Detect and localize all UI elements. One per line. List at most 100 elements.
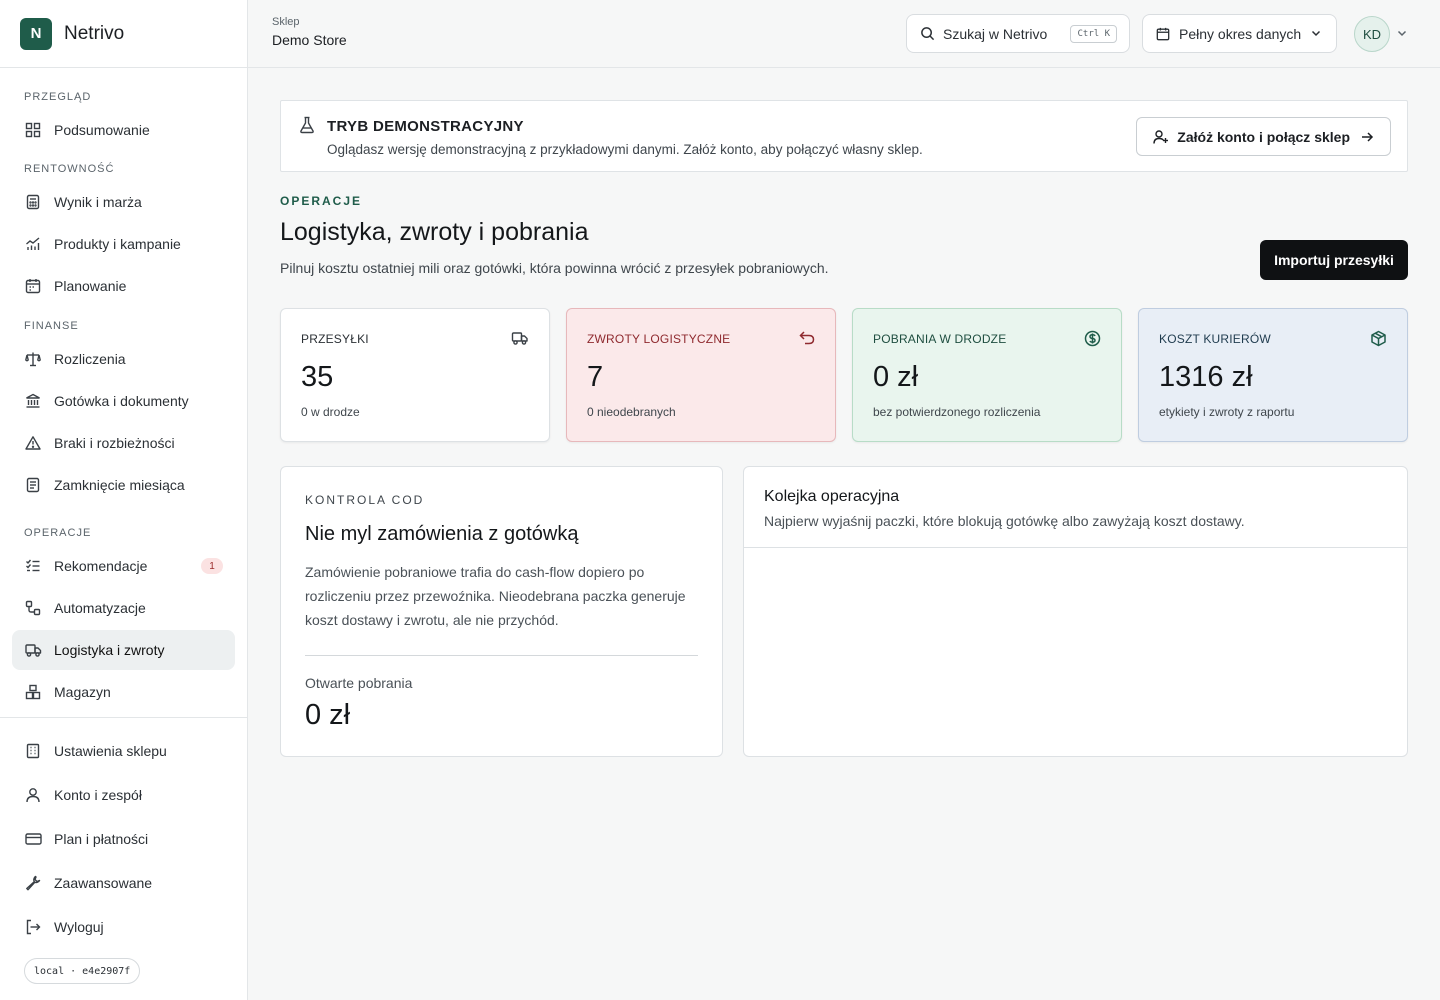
sidebar-item-gotowka-i-dokumenty[interactable]: Gotówka i dokumenty (12, 381, 235, 421)
chevron-down-icon[interactable] (1396, 27, 1408, 39)
kpi-subtext: 0 w drodze (301, 405, 360, 419)
user-plus-icon (1153, 129, 1169, 145)
queue-subtitle: Najpierw wyjaśnij paczki, które blokują … (764, 513, 1245, 529)
kpi-value: 35 (301, 361, 334, 393)
sidebar-item-label: Konto i zespół (54, 787, 142, 803)
version-tag: local · e4e2907f (24, 958, 141, 984)
sidebar-item-podsumowanie[interactable]: Podsumowanie (12, 110, 235, 150)
sidebar-item-label: Podsumowanie (54, 122, 150, 138)
divider (305, 655, 698, 656)
checklist-icon (24, 557, 42, 575)
sidebar-item-planowanie[interactable]: Planowanie (12, 266, 235, 306)
sidebar-item-magazyn[interactable]: Magazyn (12, 672, 235, 712)
boxes-icon (24, 683, 42, 701)
sidebar-item-zaawansowane[interactable]: Zaawansowane (12, 861, 235, 905)
kpi-card-zwroty-logistyczne: ZWROTY LOGISTYCZNE 7 0 nieodebranych (566, 308, 836, 442)
kpi-card-przesylki: PRZESYŁKI 35 0 w drodze (280, 308, 550, 442)
sidebar-item-label: Ustawienia sklepu (54, 743, 167, 759)
search-placeholder: Szukaj w Netrivo (943, 25, 1048, 42)
search-shortcut: Ctrl K (1070, 25, 1117, 43)
open-cod-label: Otwarte pobrania (305, 675, 413, 691)
package-icon (1370, 330, 1387, 347)
sidebar-item-braki-i-rozbieznosci[interactable]: Braki i rozbieżności (12, 423, 235, 463)
sidebar-item-logistyka-i-zwroty[interactable]: Logistyka i zwroty (12, 630, 235, 670)
sidebar-item-ustawienia-sklepu[interactable]: Ustawienia sklepu (12, 729, 235, 773)
sidebar-nav: PRZEGLĄD Podsumowanie RENTOWNOŚĆ Wynik i… (0, 68, 247, 717)
sidebar-item-label: Automatyzacje (54, 600, 146, 616)
building-icon (24, 742, 42, 760)
sidebar-item-konto-i-zespol[interactable]: Konto i zespół (12, 773, 235, 817)
sidebar-item-plan-i-platnosci[interactable]: Plan i płatności (12, 817, 235, 861)
bank-icon (24, 392, 42, 410)
chevron-down-icon (1310, 27, 1322, 39)
search-icon (920, 26, 935, 41)
kpi-value: 1316 zł (1159, 361, 1253, 393)
calculator-icon (24, 193, 42, 211)
wrench-icon (24, 874, 42, 892)
kpi-label: PRZESYŁKI (301, 332, 369, 346)
cod-control-card: KONTROLA COD Nie myl zamówienia z gotówk… (280, 466, 723, 757)
top-bar: Sklep Demo Store Szukaj w Netrivo Ctrl K… (248, 0, 1440, 68)
period-value: Pełny okres danych (1179, 25, 1302, 42)
sidebar-item-label: Gotówka i dokumenty (54, 393, 189, 409)
kpi-label: KOSZT KURIERÓW (1159, 332, 1271, 346)
sidebar-item-label: Rekomendacje (54, 558, 148, 574)
document-icon (24, 476, 42, 494)
sidebar-item-label: Wyloguj (54, 919, 104, 935)
avatar[interactable]: KD (1354, 16, 1390, 52)
workflow-icon (24, 599, 42, 617)
sidebar-item-rozliczenia[interactable]: Rozliczenia (12, 339, 235, 379)
store-switcher[interactable]: Sklep Demo Store (272, 16, 347, 48)
store-name: Demo Store (272, 32, 347, 48)
sidebar-item-label: Zamknięcie miesiąca (54, 477, 185, 493)
page-title: Logistyka, zwroty i pobrania (280, 218, 589, 246)
user-icon (24, 786, 42, 804)
nav-section-title: RENTOWNOŚĆ (24, 163, 115, 175)
sidebar-item-label: Zaawansowane (54, 875, 153, 891)
sidebar: N Netrivo PRZEGLĄD Podsumowanie RENTOWNO… (0, 0, 248, 1000)
kpi-label: ZWROTY LOGISTYCZNE (587, 332, 731, 346)
kpi-value: 7 (587, 361, 604, 393)
sidebar-item-label: Wynik i marża (54, 194, 142, 210)
kpi-card-koszt-kurierow: KOSZT KURIERÓW 1316 zł etykiety i zwroty… (1138, 308, 1408, 442)
sidebar-item-label: Magazyn (54, 684, 111, 700)
sidebar-item-automatyzacje[interactable]: Automatyzacje (12, 588, 235, 628)
demo-text: Oglądasz wersję demonstracyjną z przykła… (327, 142, 923, 157)
kpi-value: 0 zł (873, 361, 919, 393)
nav-section-title: FINANSE (24, 320, 79, 332)
calendar-icon (24, 277, 42, 295)
open-cod-value: 0 zł (305, 699, 351, 731)
nav-section-title: OPERACJE (24, 527, 92, 539)
sidebar-item-wyloguj[interactable]: Wyloguj (12, 905, 235, 949)
sidebar-item-label: Produkty i kampanie (54, 236, 181, 252)
import-shipments-button[interactable]: Importuj przesyłki (1260, 240, 1408, 280)
flask-icon (299, 116, 315, 139)
create-account-button[interactable]: Załóż konto i połącz sklep (1136, 117, 1391, 156)
kpi-card-pobrania-w-drodze: POBRANIA W DRODZE 0 zł bez potwierdzoneg… (852, 308, 1122, 442)
sidebar-item-label: Planowanie (54, 278, 127, 294)
brand-logo: N (20, 17, 52, 50)
brand[interactable]: N Netrivo (0, 0, 247, 68)
store-label: Sklep (272, 16, 300, 28)
period-select[interactable]: Pełny okres danych (1142, 14, 1337, 53)
kpi-label: POBRANIA W DRODZE (873, 332, 1007, 346)
sidebar-item-wynik-i-marza[interactable]: Wynik i marża (12, 182, 235, 222)
search-input[interactable]: Szukaj w Netrivo Ctrl K (906, 14, 1130, 53)
queue-title: Kolejka operacyjna (764, 488, 900, 505)
kpi-subtext: 0 nieodebranych (587, 405, 676, 419)
sidebar-item-rekomendacje[interactable]: Rekomendacje 1 (12, 546, 235, 586)
sidebar-item-label: Logistyka i zwroty (54, 642, 165, 658)
truck-icon (24, 641, 42, 659)
recommendations-count-badge: 1 (201, 558, 223, 574)
cod-description: Zamówienie pobraniowe trafia do cash-flo… (305, 564, 686, 628)
arrow-right-icon (1360, 130, 1374, 144)
scale-icon (24, 350, 42, 368)
demo-banner: TRYB DEMONSTRACYJNY Oglądasz wersję demo… (280, 100, 1408, 172)
page-kicker: OPERACJE (280, 194, 363, 208)
cod-kicker: KONTROLA COD (305, 493, 425, 507)
kpi-subtext: etykiety i zwroty z raportu (1159, 405, 1295, 419)
page-subtitle: Pilnuj kosztu ostatniej mili oraz gotówk… (280, 260, 829, 276)
sidebar-item-zamkniecie-miesiaca[interactable]: Zamknięcie miesiąca (12, 465, 235, 505)
sidebar-item-produkty-i-kampanie[interactable]: Produkty i kampanie (12, 224, 235, 264)
truck-icon (511, 330, 529, 346)
